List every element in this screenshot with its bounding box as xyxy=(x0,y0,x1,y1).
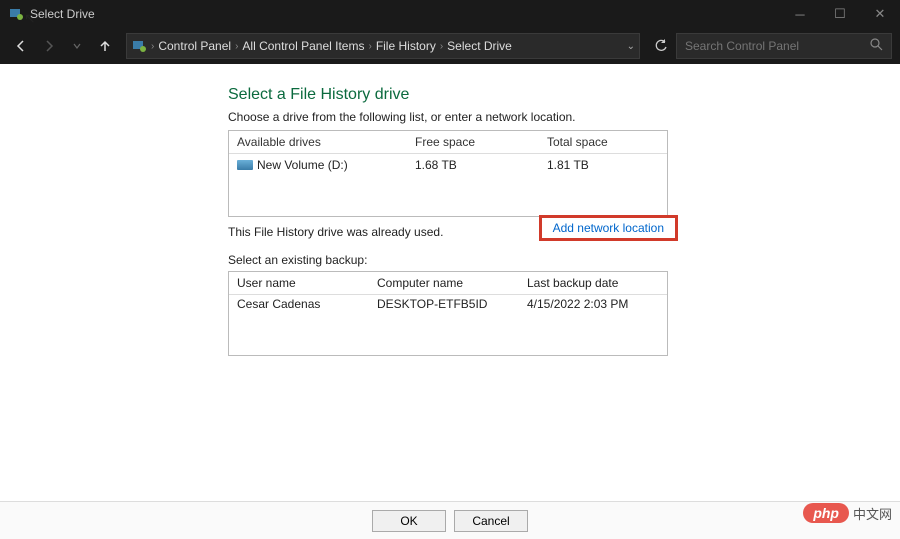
title-bar: Select Drive ─ ☐ ✕ xyxy=(0,0,900,28)
address-dropdown-icon[interactable]: ⌄ xyxy=(627,41,635,52)
nav-bar: › Control Panel › All Control Panel Item… xyxy=(0,28,900,64)
watermark-text: 中文网 xyxy=(853,504,892,523)
backups-table: User name Computer name Last backup date… xyxy=(228,271,668,356)
chevron-right-icon: › xyxy=(235,41,238,52)
instruction-text: Choose a drive from the following list, … xyxy=(228,110,860,124)
window-title: Select Drive xyxy=(30,7,780,21)
column-header-drives[interactable]: Available drives xyxy=(229,131,407,153)
main-content: Select a File History drive Choose a dri… xyxy=(0,64,900,356)
breadcrumb-item[interactable]: Control Panel xyxy=(158,39,231,53)
backup-user: Cesar Cadenas xyxy=(229,295,369,313)
close-button[interactable]: ✕ xyxy=(860,0,900,28)
existing-backup-heading: Select an existing backup: xyxy=(228,253,860,267)
drive-total-space: 1.81 TB xyxy=(539,156,667,174)
column-header-date[interactable]: Last backup date xyxy=(519,272,667,294)
refresh-button[interactable] xyxy=(648,33,674,59)
up-button[interactable] xyxy=(92,33,118,59)
chevron-right-icon: › xyxy=(368,41,371,52)
column-header-total[interactable]: Total space xyxy=(539,131,667,153)
backups-table-body[interactable]: Cesar Cadenas DESKTOP-ETFB5ID 4/15/2022 … xyxy=(229,295,667,355)
table-row[interactable]: New Volume (D:) 1.68 TB 1.81 TB xyxy=(229,154,667,176)
app-icon xyxy=(8,6,24,22)
back-button[interactable] xyxy=(8,33,34,59)
breadcrumb-item[interactable]: Select Drive xyxy=(447,39,512,53)
backup-date: 4/15/2022 2:03 PM xyxy=(519,295,667,313)
status-row: This File History drive was already used… xyxy=(228,221,668,239)
column-header-computer[interactable]: Computer name xyxy=(369,272,519,294)
recent-dropdown-icon[interactable] xyxy=(64,33,90,59)
column-header-user[interactable]: User name xyxy=(229,272,369,294)
drive-name: New Volume (D:) xyxy=(257,158,348,172)
column-header-free[interactable]: Free space xyxy=(407,131,539,153)
status-text: This File History drive was already used… xyxy=(228,221,549,239)
dialog-footer: OK Cancel xyxy=(0,501,900,539)
drives-table-header: Available drives Free space Total space xyxy=(229,131,667,154)
ok-button[interactable]: OK xyxy=(372,510,446,532)
control-panel-icon xyxy=(131,38,147,54)
drive-free-space: 1.68 TB xyxy=(407,156,539,174)
backups-table-header: User name Computer name Last backup date xyxy=(229,272,667,295)
hdd-icon xyxy=(237,160,253,170)
window-controls: ─ ☐ ✕ xyxy=(780,0,900,28)
backup-computer: DESKTOP-ETFB5ID xyxy=(369,295,519,313)
forward-button[interactable] xyxy=(36,33,62,59)
page-title: Select a File History drive xyxy=(228,86,860,104)
search-icon xyxy=(870,38,883,54)
minimize-button[interactable]: ─ xyxy=(780,0,820,28)
chevron-right-icon: › xyxy=(440,41,443,52)
cancel-button[interactable]: Cancel xyxy=(454,510,528,532)
search-input[interactable] xyxy=(685,39,870,53)
drives-table-body[interactable]: New Volume (D:) 1.68 TB 1.81 TB xyxy=(229,154,667,216)
maximize-button[interactable]: ☐ xyxy=(820,0,860,28)
table-row[interactable]: Cesar Cadenas DESKTOP-ETFB5ID 4/15/2022 … xyxy=(229,295,667,313)
chevron-right-icon: › xyxy=(151,41,154,52)
watermark-badge: php xyxy=(803,503,849,523)
search-box[interactable] xyxy=(676,33,892,59)
drives-table: Available drives Free space Total space … xyxy=(228,130,668,217)
address-bar[interactable]: › Control Panel › All Control Panel Item… xyxy=(126,33,640,59)
breadcrumb-item[interactable]: All Control Panel Items xyxy=(242,39,364,53)
add-network-location-link[interactable]: Add network location xyxy=(549,219,668,237)
breadcrumb-item[interactable]: File History xyxy=(376,39,436,53)
watermark: php 中文网 xyxy=(803,503,892,523)
